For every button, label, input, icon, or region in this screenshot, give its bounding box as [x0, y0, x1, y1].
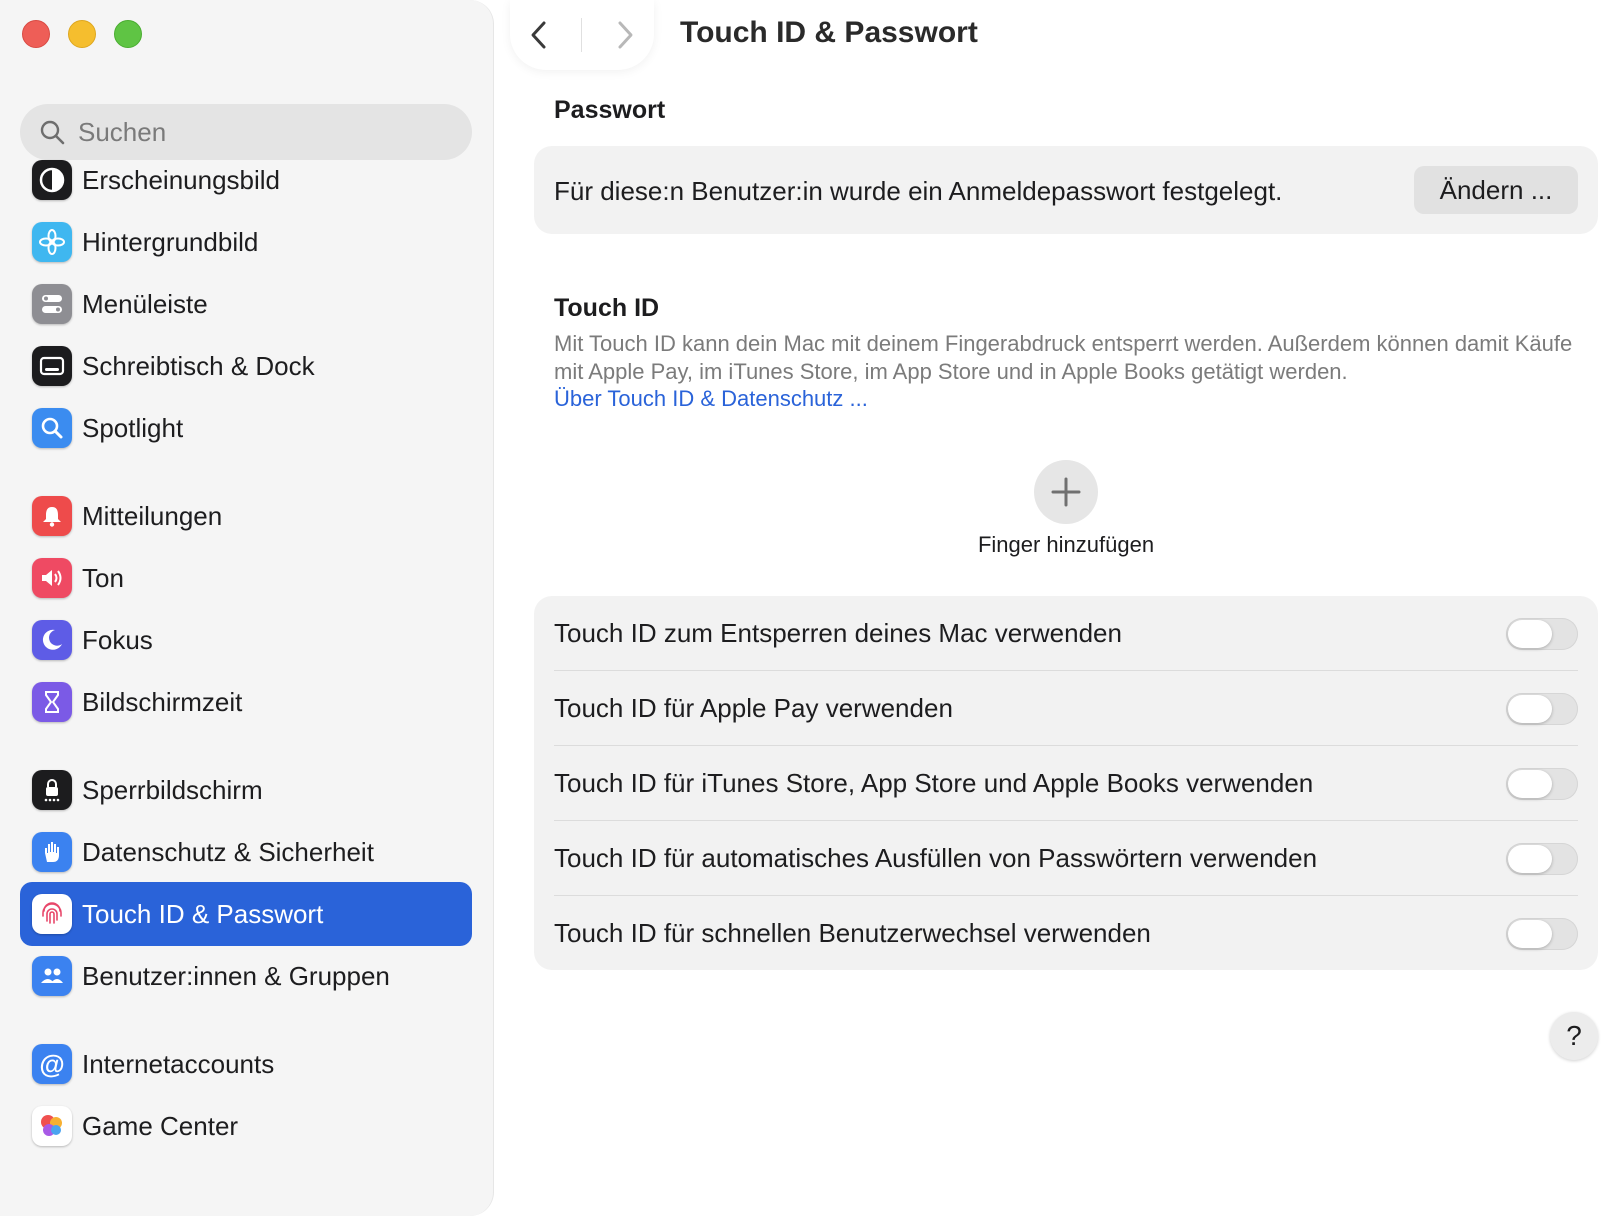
- password-status-text: Für diese:n Benutzer:in wurde ein Anmeld…: [554, 176, 1283, 206]
- sidebar-item-touch-id-password[interactable]: Touch ID & Passwort: [20, 882, 472, 946]
- sidebar-item-lock-screen[interactable]: Sperrbildschirm: [20, 758, 472, 822]
- password-autofill-toggle[interactable]: [1506, 843, 1578, 875]
- game-center-icon: [32, 1106, 72, 1146]
- search-icon: [40, 120, 65, 145]
- sidebar-item-screen-time[interactable]: Bildschirmzeit: [20, 670, 472, 734]
- help-button[interactable]: ?: [1550, 1012, 1598, 1060]
- option-label: Touch ID für schnellen Benutzerwechsel v…: [554, 918, 1151, 948]
- option-label: Touch ID zum Entsperren deines Mac verwe…: [554, 618, 1122, 648]
- sidebar-item-spotlight[interactable]: Spotlight: [20, 396, 472, 460]
- sidebar-item-label: Bildschirmzeit: [82, 686, 243, 717]
- sidebar-item-users-groups[interactable]: Benutzer:innen & Gruppen: [20, 944, 472, 1008]
- option-row-unlock-mac: Touch ID zum Entsperren deines Mac verwe…: [534, 596, 1598, 671]
- sidebar-item-focus[interactable]: Fokus: [20, 608, 472, 672]
- sidebar-item-label: Ton: [82, 562, 124, 593]
- sidebar-item-sound[interactable]: Ton: [20, 546, 472, 610]
- touch-id-description: Mit Touch ID kann dein Mac mit deinem Fi…: [554, 331, 1573, 384]
- sound-icon: [32, 558, 72, 598]
- touch-id-section-title: Touch ID: [554, 294, 660, 322]
- search-placeholder: Suchen: [78, 116, 167, 147]
- sidebar-item-notifications[interactable]: Mitteilungen: [20, 484, 472, 548]
- wallpaper-flower-icon: [32, 222, 72, 262]
- privacy-hand-icon: [32, 832, 72, 872]
- focus-moon-icon: [32, 620, 72, 660]
- minimize-window-button[interactable]: [68, 20, 96, 48]
- sidebar-item-menu-bar[interactable]: Menüleiste: [20, 272, 472, 336]
- fingerprint-icon: [32, 894, 72, 934]
- sidebar-item-game-center[interactable]: Game Center: [20, 1094, 472, 1158]
- sidebar-item-label: Datenschutz & Sicherheit: [82, 836, 374, 867]
- history-navigation: [510, 0, 654, 70]
- desktop-dock-icon: [32, 346, 72, 386]
- spotlight-icon: [32, 408, 72, 448]
- toggle-knob: [1508, 845, 1552, 873]
- sidebar-item-label: Sperrbildschirm: [82, 774, 263, 805]
- lock-screen-icon: [32, 770, 72, 810]
- option-row-apple-pay: Touch ID für Apple Pay verwenden: [534, 671, 1598, 746]
- sidebar: Suchen Erscheinungsbild Hintergrundbild …: [0, 0, 494, 1216]
- at-sign-icon: @: [32, 1044, 72, 1084]
- sidebar-item-privacy-security[interactable]: Datenschutz & Sicherheit: [20, 820, 472, 884]
- add-finger-label: Finger hinzufügen: [977, 532, 1155, 557]
- forward-chevron-icon[interactable]: [610, 18, 640, 52]
- option-label: Touch ID für automatisches Ausfüllen von…: [554, 843, 1318, 873]
- password-card: Für diese:n Benutzer:in wurde ein Anmeld…: [534, 146, 1598, 234]
- window-controls: [22, 20, 142, 48]
- sidebar-item-label: Internetaccounts: [82, 1048, 275, 1079]
- users-groups-icon: [32, 956, 72, 996]
- nav-separator: [581, 18, 583, 52]
- sidebar-item-label: Touch ID & Passwort: [82, 898, 324, 929]
- sidebar-item-label: Schreibtisch & Dock: [82, 350, 315, 381]
- option-row-fast-user-switching: Touch ID für schnellen Benutzerwechsel v…: [534, 896, 1598, 971]
- add-finger-button[interactable]: [1034, 460, 1098, 524]
- unlock-mac-toggle[interactable]: [1506, 618, 1578, 650]
- close-window-button[interactable]: [22, 20, 50, 48]
- back-chevron-icon[interactable]: [524, 18, 554, 52]
- sidebar-item-appearance[interactable]: Erscheinungsbild: [20, 148, 472, 212]
- notifications-bell-icon: [32, 496, 72, 536]
- touch-id-options-card: Touch ID zum Entsperren deines Mac verwe…: [534, 596, 1598, 970]
- toggle-knob: [1508, 620, 1552, 648]
- zoom-window-button[interactable]: [114, 20, 142, 48]
- sidebar-item-label: Mitteilungen: [82, 500, 223, 531]
- password-section-title: Passwort: [554, 96, 666, 124]
- option-row-stores: Touch ID für iTunes Store, App Store und…: [534, 746, 1598, 821]
- sidebar-item-label: Benutzer:innen & Gruppen: [82, 960, 390, 991]
- sidebar-item-label: Hintergrundbild: [82, 226, 259, 257]
- page-title: Touch ID & Passwort: [680, 16, 978, 49]
- plus-icon: [1051, 477, 1081, 507]
- sidebar-item-label: Spotlight: [82, 412, 184, 443]
- screen-time-hourglass-icon: [32, 682, 72, 722]
- touch-id-privacy-link[interactable]: Über Touch ID & Datenschutz ...: [554, 386, 868, 412]
- sidebar-item-label: Game Center: [82, 1110, 239, 1141]
- menu-bar-icon: [32, 284, 72, 324]
- toggle-knob: [1508, 920, 1552, 948]
- sidebar-item-label: Erscheinungsbild: [82, 164, 281, 195]
- apple-pay-toggle[interactable]: [1506, 693, 1578, 725]
- toggle-knob: [1508, 770, 1552, 798]
- stores-toggle[interactable]: [1506, 768, 1578, 800]
- toggle-knob: [1508, 695, 1552, 723]
- fast-user-switching-toggle[interactable]: [1506, 918, 1578, 950]
- sidebar-item-label: Menüleiste: [82, 288, 208, 319]
- option-label: Touch ID für Apple Pay verwenden: [554, 693, 953, 723]
- appearance-icon: [32, 160, 72, 200]
- change-password-button[interactable]: Ändern ...: [1414, 166, 1578, 214]
- option-label: Touch ID für iTunes Store, App Store und…: [554, 768, 1314, 798]
- option-row-password-autofill: Touch ID für automatisches Ausfüllen von…: [534, 821, 1598, 896]
- sidebar-item-internet-accounts[interactable]: @ Internetaccounts: [20, 1032, 472, 1096]
- sidebar-item-label: Fokus: [82, 624, 153, 655]
- sidebar-item-wallpaper[interactable]: Hintergrundbild: [20, 210, 472, 274]
- sidebar-item-desktop-dock[interactable]: Schreibtisch & Dock: [20, 334, 472, 398]
